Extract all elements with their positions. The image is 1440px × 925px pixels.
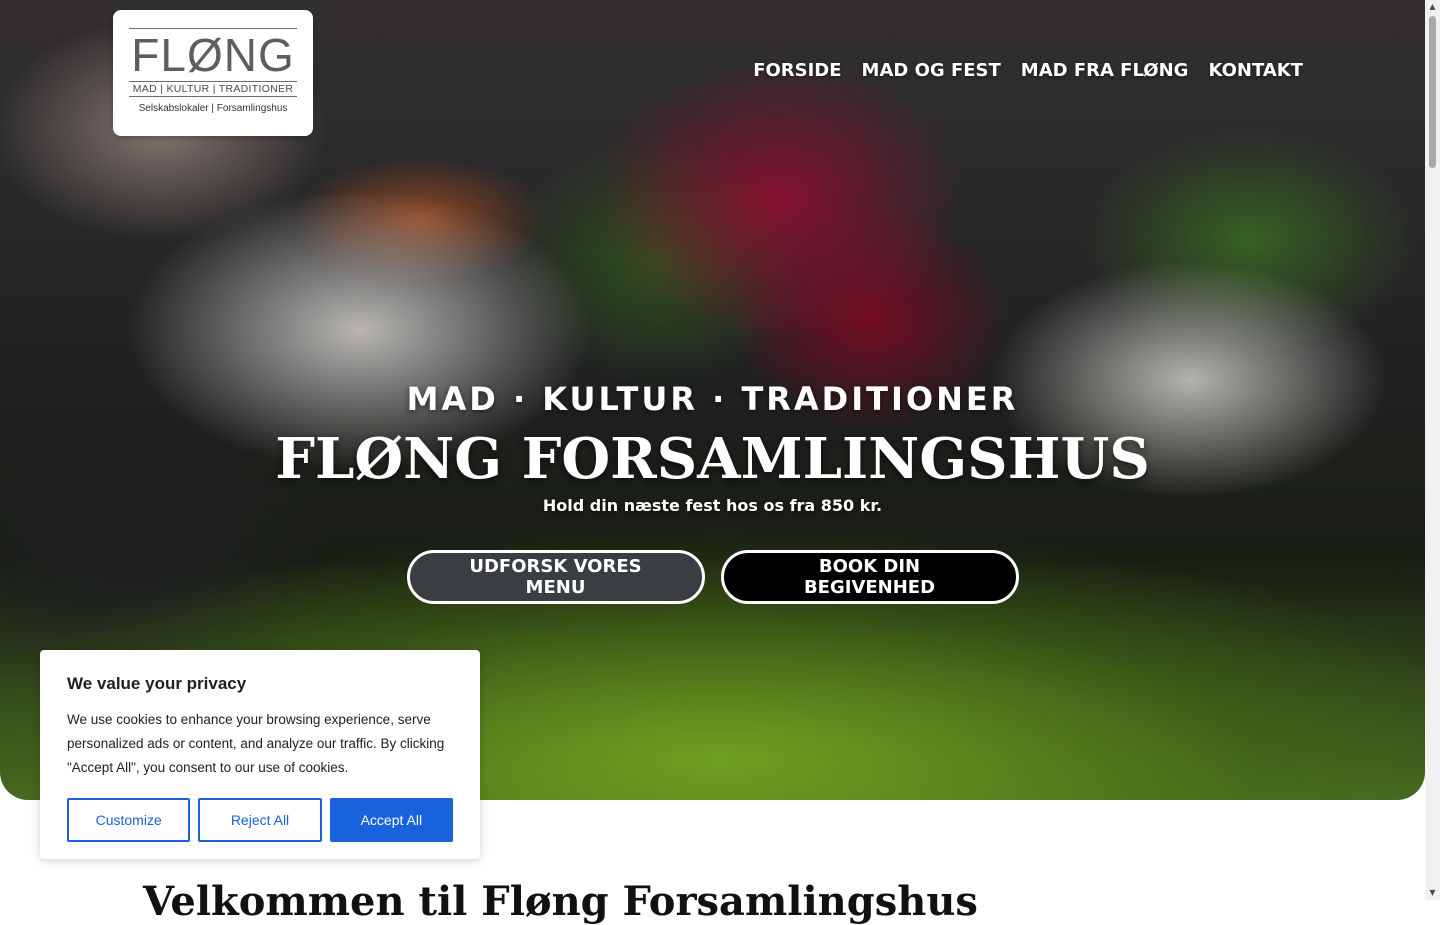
nav-item-mad-og-fest[interactable]: MAD OG FEST [862, 60, 1001, 81]
nav-item-forside[interactable]: FORSIDE [753, 60, 841, 81]
scroll-up-arrow-icon[interactable]: ▲ [1425, 0, 1440, 14]
welcome-heading: Velkommen til Fløng Forsamlingshus [143, 878, 978, 925]
logo-subtitle: MAD | KULTUR | TRADITIONER [132, 83, 294, 95]
scrollbar-thumb[interactable] [1429, 16, 1436, 168]
cookie-consent-banner: We value your privacy We use cookies to … [40, 650, 480, 859]
logo-rule-bottom [129, 96, 297, 97]
explore-menu-button[interactable]: UDFORSK VORES MENU [406, 550, 705, 604]
main-nav: FORSIDE MAD OG FEST MAD FRA FLØNG KONTAK… [753, 60, 1303, 81]
hero-tagline: MAD · KULTUR · TRADITIONER [406, 380, 1019, 418]
book-event-button[interactable]: BOOK DIN BEGIVENHED [720, 550, 1019, 604]
nav-item-kontakt[interactable]: KONTAKT [1208, 60, 1303, 81]
page-scrollbar[interactable]: ▲ ▼ [1425, 0, 1440, 900]
scroll-down-arrow-icon[interactable]: ▼ [1425, 886, 1440, 900]
nav-item-mad-fra-flong[interactable]: MAD FRA FLØNG [1021, 60, 1189, 81]
accept-all-button[interactable]: Accept All [329, 798, 453, 842]
cookie-title: We value your privacy [67, 674, 247, 693]
customize-button[interactable]: Customize [67, 798, 191, 842]
hero-title: FLØNG FORSAMLINGSHUS [275, 426, 1150, 492]
site-logo[interactable]: FLØNG MAD | KULTUR | TRADITIONER Selskab… [113, 10, 313, 136]
logo-subtitle-2: Selskabslokaler | Forsamlingshus [138, 103, 288, 114]
cookie-text: We use cookies to enhance your browsing … [67, 712, 445, 775]
reject-all-button[interactable]: Reject All [198, 798, 322, 842]
cookie-buttons: Customize Reject All Accept All [67, 798, 453, 842]
hero-buttons: UDFORSK VORES MENU BOOK DIN BEGIVENHED [0, 550, 1425, 604]
hero-content: MAD · KULTUR · TRADITIONER FLØNG FORSAML… [0, 380, 1425, 604]
hero-subtitle: Hold din næste fest hos os fra 850 kr. [542, 496, 883, 515]
logo-wordmark: FLØNG [131, 29, 295, 81]
